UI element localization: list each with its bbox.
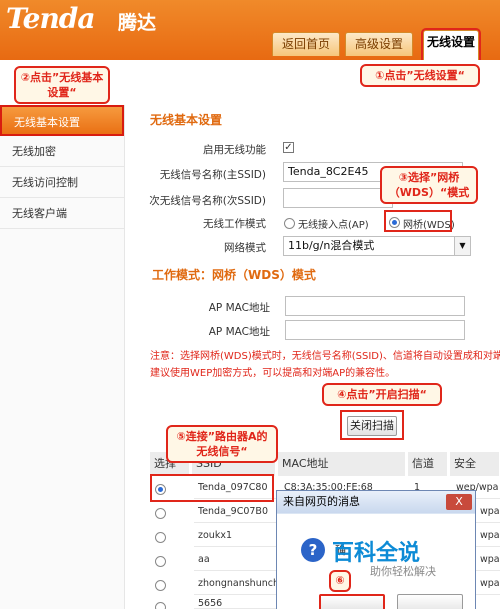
tenda-logo-cn: 腾达 [118,12,157,34]
mode-wds-label: 网桥(WDS) [403,220,455,231]
wds-warning-line1: 注意：选择网桥(WDS)模式时，无线信号名称(SSID)、信道将自动设置成和对端… [150,351,500,362]
question-icon: ? [301,538,325,562]
ap-mac1-input[interactable] [285,296,465,316]
mode-ap-label: 无线接入点(AP) [298,220,369,231]
row-ssid: aa [194,549,276,571]
col-mac: MAC地址 [278,452,406,476]
row-highlight-box [150,474,274,502]
net-mode-label: 网络模式 [224,242,266,254]
col-channel: 信道 [408,452,448,476]
cancel-button[interactable] [397,594,463,609]
tenda-logo: Tenda [6,2,96,35]
row-security: wpa [476,525,500,547]
sidebar: 无线基本设置 无线加密 无线访问控制 无线客户端 [0,105,125,609]
close-icon[interactable]: X [446,494,472,510]
ssid2-input[interactable] [283,188,393,208]
ssid2-label: 次无线信号名称(次SSID) [149,195,266,207]
mode-ap-radio[interactable] [284,218,295,229]
wds-title: 工作模式：网桥（WDS）模式 [152,268,316,282]
row-ssid: zoukx1 [194,525,276,547]
nav-tab-home[interactable]: 返回首页 [272,32,340,56]
confirm-button[interactable] [319,594,385,609]
ap-mac2-label: AP MAC地址 [208,326,270,338]
callout-step1: ①点击”无线设置“ [360,64,480,87]
row-select-radio[interactable] [155,556,166,567]
nav-tab-advanced[interactable]: 高级设置 [345,32,413,56]
row-select-radio[interactable] [155,508,166,519]
row-select-radio[interactable] [155,532,166,543]
row-ssid: 5656 [194,596,276,609]
work-mode-label: 无线工作模式 [203,218,266,230]
row-select-radio[interactable] [155,580,166,591]
sidebar-item-clients[interactable]: 无线客户端 [0,198,124,229]
callout-step4: ④点击”开启扫描“ [322,383,442,406]
net-mode-select[interactable]: 11b/g/n混合模式 ▼ [283,236,471,256]
ssid-label: 无线信号名称(主SSID) [159,169,266,181]
row-ssid: zhongnanshunchi [194,573,276,595]
callout-step5: ⑤连接”路由器A的无线信号“ [166,425,278,463]
ap-mac1-label: AP MAC地址 [208,302,270,314]
sidebar-item-access-control[interactable]: 无线访问控制 [0,167,124,198]
col-security: 安全 [450,452,500,476]
top-header: Tenda 腾达 返回首页 高级设置 无线设置 [0,0,500,62]
enable-wireless-checkbox[interactable]: ✓ [283,142,294,153]
row-security: wpa [476,573,500,595]
row-select-radio[interactable] [155,602,166,609]
scan-button[interactable]: 关闭扫描 [347,416,397,436]
mode-wds-radio[interactable] [389,217,400,228]
callout-step6: ⑥ [329,570,351,592]
sidebar-item-encryption[interactable]: 无线加密 [0,136,124,167]
chevron-down-icon: ▼ [454,237,470,255]
basic-settings-title: 无线基本设置 [150,113,223,127]
ap-mac2-input[interactable] [285,320,465,340]
wds-warning-line2: 建议使用WEP加密方式，可以提高和对端AP的兼容性。 [150,368,396,379]
enable-wireless-label: 启用无线功能 [203,144,266,156]
row-ssid: Tenda_9C07B0 [194,501,276,523]
row-security: wpa [476,501,500,523]
net-mode-value: 11b/g/n混合模式 [288,239,375,252]
callout-step2: ②点击”无线基本设置“ [14,66,110,104]
callout-step3: ③选择”网桥（WDS）“模式 [380,166,478,204]
watermark-subtext: 助你轻松解决 [370,565,436,578]
row-security: wpa [476,549,500,571]
sidebar-item-basic[interactable]: 无线基本设置 [0,105,124,136]
nav-tab-wireless[interactable]: 无线设置 [421,28,481,62]
